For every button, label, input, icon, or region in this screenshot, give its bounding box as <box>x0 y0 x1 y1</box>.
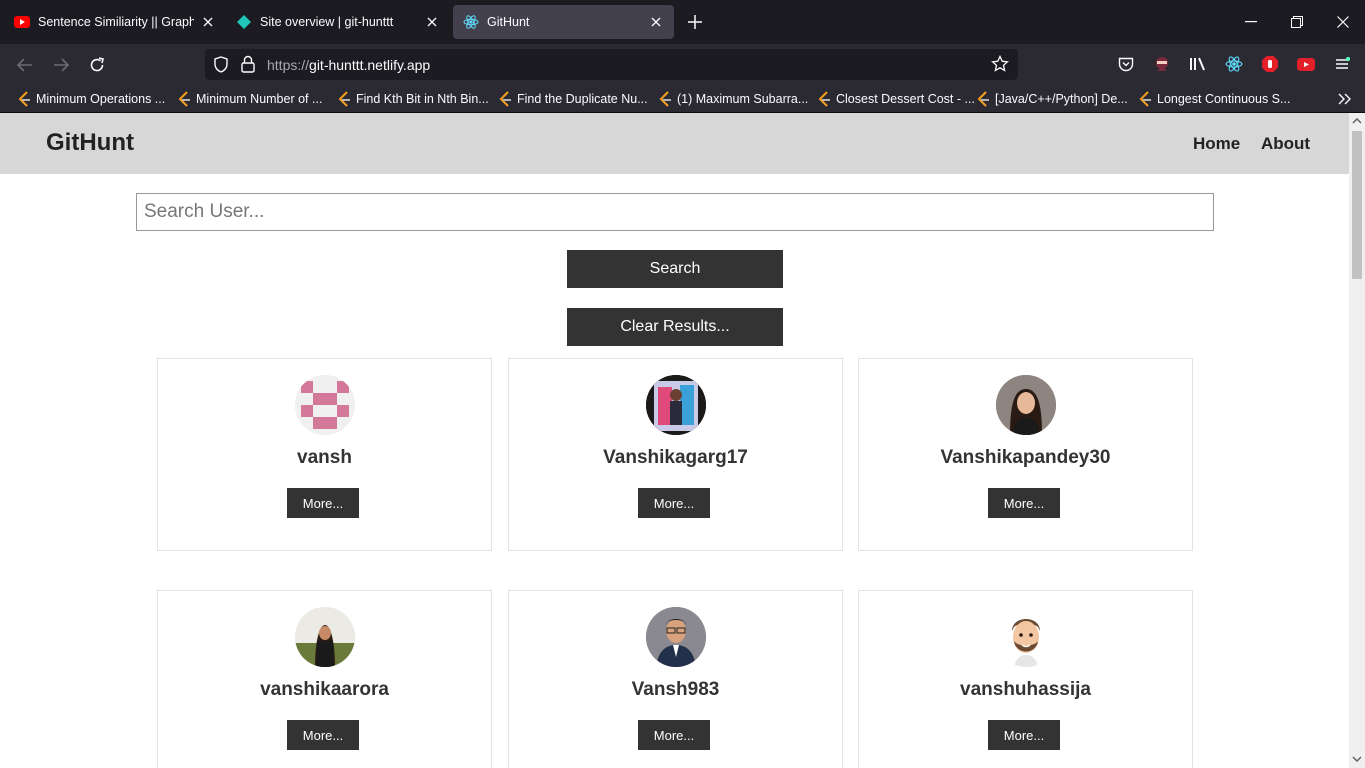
restore-icon[interactable] <box>1283 8 1311 36</box>
more-button[interactable]: More... <box>287 720 359 750</box>
tab-title: Site overview | git-hunttt <box>260 15 394 29</box>
bookmark-item[interactable]: (1) Maximum Subarra... <box>657 90 808 108</box>
scroll-down-icon[interactable] <box>1352 754 1362 764</box>
bookmark-item[interactable]: Find the Duplicate Nu... <box>497 90 648 108</box>
search-input[interactable] <box>136 193 1214 231</box>
avatar <box>646 607 706 667</box>
username: vansh <box>297 447 352 468</box>
react-icon <box>463 14 479 30</box>
extension-ninja-icon[interactable] <box>1152 54 1172 74</box>
scrollbar-thumb[interactable] <box>1352 131 1362 279</box>
avatar <box>646 375 706 435</box>
bookmark-item[interactable]: Minimum Operations ... <box>16 90 165 108</box>
close-window-icon[interactable] <box>1329 8 1357 36</box>
minimize-icon[interactable] <box>1237 8 1265 36</box>
tab-youtube[interactable]: Sentence Similiarity || Graph the <box>4 5 226 39</box>
avatar <box>996 607 1056 667</box>
bookmark-item[interactable]: Closest Dessert Cost - ... <box>816 90 975 108</box>
user-card: vanshuhassija More... <box>858 590 1193 768</box>
menu-icon[interactable] <box>1332 54 1352 74</box>
bookmark-item[interactable]: Longest Continuous S... <box>1137 90 1290 108</box>
leetcode-icon <box>657 91 673 107</box>
more-button[interactable]: More... <box>287 488 359 518</box>
avatar <box>295 375 355 435</box>
tab-githunt[interactable]: GitHunt <box>453 5 674 39</box>
shield-icon[interactable] <box>213 56 229 78</box>
new-tab-icon[interactable] <box>684 11 706 33</box>
username: Vansh983 <box>631 679 720 700</box>
reload-icon[interactable] <box>84 52 110 78</box>
vertical-scrollbar[interactable] <box>1349 113 1365 768</box>
avatar <box>996 375 1056 435</box>
navigation-toolbar: https://git-hunttt.netlify.app <box>0 44 1365 85</box>
youtube-extension-icon[interactable] <box>1296 54 1316 74</box>
page-viewport: GitHunt Home About Search Clear Results.… <box>0 113 1349 768</box>
user-card: Vansh983 More... <box>508 590 843 768</box>
library-icon[interactable] <box>1188 54 1208 74</box>
more-button[interactable]: More... <box>988 488 1060 518</box>
user-card: Vanshikapandey30 More... <box>858 358 1193 551</box>
avatar <box>295 607 355 667</box>
back-arrow-icon[interactable] <box>12 52 38 78</box>
pocket-icon[interactable] <box>1116 54 1136 74</box>
username: vanshikaarora <box>260 679 389 700</box>
bookmark-star-icon[interactable] <box>991 54 1009 78</box>
tab-title: Sentence Similiarity || Graph the <box>38 15 194 29</box>
username: Vanshikapandey30 <box>940 447 1111 468</box>
user-card: vansh More... <box>157 358 492 551</box>
close-tab-icon[interactable] <box>200 14 216 30</box>
search-button[interactable]: Search <box>567 250 783 288</box>
nav-home[interactable]: Home <box>1193 134 1240 154</box>
leetcode-icon <box>497 91 513 107</box>
close-tab-icon[interactable] <box>424 14 440 30</box>
close-tab-icon[interactable] <box>648 14 664 30</box>
nav-about[interactable]: About <box>1261 134 1310 154</box>
tab-netlify[interactable]: Site overview | git-hunttt <box>226 5 450 39</box>
more-button[interactable]: More... <box>638 720 710 750</box>
chevron-double-right-icon[interactable] <box>1338 90 1352 108</box>
lock-icon[interactable] <box>241 55 255 78</box>
leetcode-icon <box>176 91 192 107</box>
adblock-icon[interactable] <box>1260 54 1280 74</box>
forward-arrow-icon[interactable] <box>48 52 74 78</box>
scroll-up-icon[interactable] <box>1352 116 1362 126</box>
url-bar[interactable]: https://git-hunttt.netlify.app <box>205 49 1018 80</box>
more-button[interactable]: More... <box>638 488 710 518</box>
user-card: Vanshikagarg17 More... <box>508 358 843 551</box>
username: Vanshikagarg17 <box>603 447 748 468</box>
leetcode-icon <box>975 91 991 107</box>
leetcode-icon <box>16 91 32 107</box>
url-text: https://git-hunttt.netlify.app <box>267 57 431 73</box>
clear-results-button[interactable]: Clear Results... <box>567 308 783 346</box>
react-devtools-icon[interactable] <box>1224 54 1244 74</box>
bookmark-item[interactable]: Find Kth Bit in Nth Bin... <box>336 90 489 108</box>
netlify-icon <box>236 14 252 30</box>
brand-logo[interactable]: GitHunt <box>46 129 134 157</box>
user-card: vanshikaarora More... <box>157 590 492 768</box>
tab-bar: Sentence Similiarity || Graph the Site o… <box>0 0 1365 44</box>
bookmark-item[interactable]: [Java/C++/Python] De... <box>975 90 1128 108</box>
username: vanshuhassija <box>960 679 1091 700</box>
bookmarks-toolbar: Minimum Operations ... Minimum Number of… <box>0 85 1365 113</box>
leetcode-icon <box>336 91 352 107</box>
tab-title: GitHunt <box>487 15 530 29</box>
leetcode-icon <box>816 91 832 107</box>
youtube-icon <box>14 14 30 30</box>
bookmark-item[interactable]: Minimum Number of ... <box>176 90 322 108</box>
site-header: GitHunt Home About <box>0 113 1349 174</box>
more-button[interactable]: More... <box>988 720 1060 750</box>
leetcode-icon <box>1137 91 1153 107</box>
